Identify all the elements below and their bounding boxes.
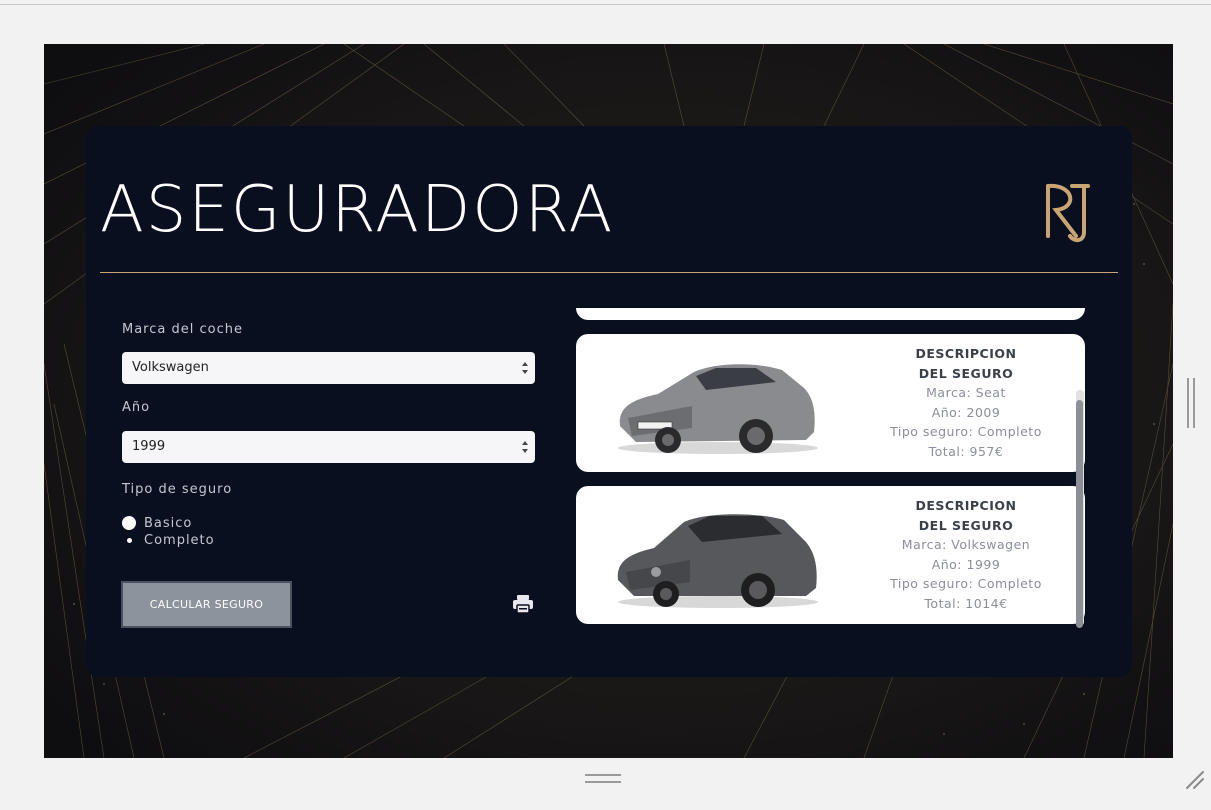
brand-select[interactable]: Volkswagen <box>122 352 535 384</box>
header-divider <box>100 272 1118 273</box>
result-heading-2: DEL SEGURO <box>918 365 1014 381</box>
brand-label: Marca del coche <box>122 322 243 337</box>
results-scrollbar-thumb[interactable] <box>1076 400 1083 628</box>
insurance-type-label: Tipo de seguro <box>122 482 233 497</box>
year-label: Año <box>122 400 151 415</box>
radio-completo-label: Completo <box>144 532 215 548</box>
brand-select-value: Volkswagen <box>132 360 209 375</box>
result-card: DESCRIPCION DEL SEGURO Marca: Volkswagen… <box>576 486 1085 624</box>
result-brand: Marca: Seat <box>926 385 1006 400</box>
result-heading-1: DESCRIPCION <box>915 498 1017 513</box>
result-heading-1: DESCRIPCION <box>915 346 1017 361</box>
browser-top-rule <box>0 4 1211 5</box>
result-card: DESCRIPCION DEL SEGURO Marca: Seat Año: … <box>576 334 1085 472</box>
result-description: DESCRIPCION DEL SEGURO Marca: Volkswagen… <box>866 496 1066 613</box>
result-total: Total: 1014€ <box>924 595 1008 611</box>
year-select-value: 1999 <box>132 439 166 454</box>
results-list[interactable]: DESCRIPCION DEL SEGURO Marca: Seat Año: … <box>576 308 1086 628</box>
page-title: ASEGURADORA <box>100 173 615 247</box>
radio-basico[interactable]: Basico <box>122 514 192 532</box>
result-brand: Marca: Volkswagen <box>901 537 1031 552</box>
result-total: Total: 957€ <box>928 443 1004 459</box>
select-arrows-icon <box>522 441 528 453</box>
result-heading-2: DEL SEGURO <box>918 517 1014 533</box>
radio-basico-dot[interactable] <box>122 516 136 530</box>
bottom-resize-handle[interactable] <box>585 774 621 784</box>
result-description: DESCRIPCION DEL SEGURO Marca: Seat Año: … <box>866 344 1066 461</box>
result-card-partial <box>576 308 1085 320</box>
result-year: Año: 1999 <box>931 556 1001 572</box>
radio-basico-label: Basico <box>144 515 193 531</box>
resize-corner-icon[interactable] <box>1183 768 1205 790</box>
result-type: Tipo seguro: Completo <box>890 576 1042 591</box>
side-resize-handle[interactable] <box>1187 378 1195 428</box>
car-image-volkswagen <box>617 514 818 608</box>
radio-completo-dot[interactable] <box>122 533 136 547</box>
rj-monogram-logo <box>1046 183 1090 243</box>
insurance-card: ASEGURADORA Marca del coche Volkswagen A… <box>86 126 1132 677</box>
result-type: Tipo seguro: Completo <box>890 424 1042 439</box>
radio-completo[interactable]: Completo <box>122 531 215 549</box>
printer-icon[interactable] <box>512 594 534 614</box>
year-select[interactable]: 1999 <box>122 431 535 463</box>
result-year: Año: 2009 <box>931 404 1001 420</box>
calculate-insurance-button[interactable]: CALCULAR SEGURO <box>121 581 292 628</box>
car-image-seat <box>618 364 818 454</box>
page-viewport: ASEGURADORA Marca del coche Volkswagen A… <box>44 44 1173 758</box>
select-arrows-icon <box>522 362 528 374</box>
